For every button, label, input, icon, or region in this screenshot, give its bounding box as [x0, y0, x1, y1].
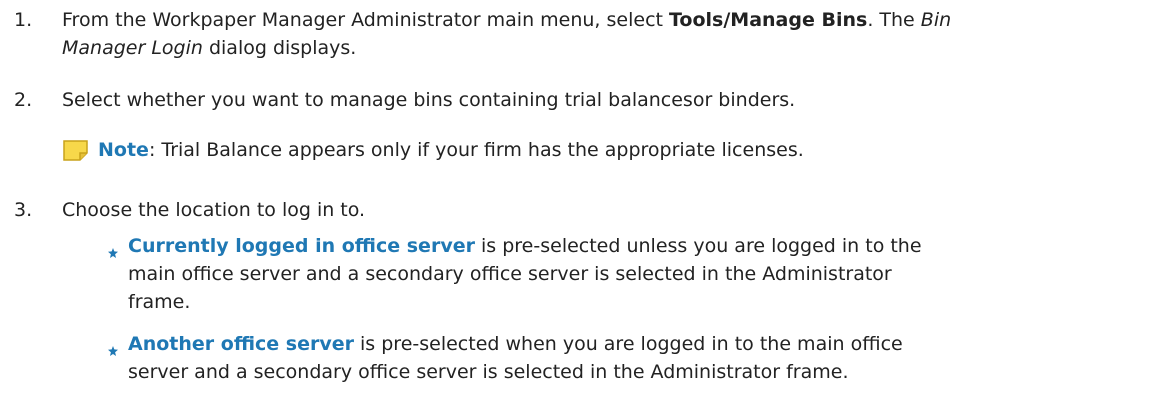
- step-1-text-c: . The: [867, 9, 921, 31]
- step-number: 2.: [14, 89, 33, 111]
- step-1-text-a: From the Workpaper Manager Administrator…: [62, 9, 669, 31]
- option-term: Currently logged in office server: [128, 235, 475, 257]
- sticky-note-icon: [62, 138, 90, 162]
- option-desc-line2: main office server and a secondary offic…: [128, 263, 892, 285]
- list-item: Currently logged in office server is pre…: [108, 232, 1128, 316]
- step-1-text-end: dialog displays.: [202, 37, 357, 59]
- option-term: Another office server: [128, 333, 354, 355]
- option-desc: is pre-selected when you are logged in t…: [353, 333, 903, 355]
- option-desc: is pre-selected unless you are logged in…: [474, 235, 922, 257]
- list-item: Another office server is pre-selected wh…: [108, 330, 1128, 386]
- dialog-name-part2: Manager Login: [62, 37, 203, 59]
- step-text: Select whether you want to manage bins c…: [62, 89, 796, 111]
- step-text: Choose the location to log in to.: [62, 199, 366, 221]
- step-number: 1.: [14, 9, 33, 31]
- dialog-name-part1: Bin: [920, 9, 952, 31]
- bullet-star-icon: [108, 336, 118, 356]
- option-desc-line3: frame.: [128, 291, 191, 313]
- bullet-star-icon: [108, 238, 118, 258]
- option-desc-line2: server and a secondary office server is …: [128, 361, 849, 383]
- document-body: 1. From the Workpaper Manager Administra…: [0, 0, 1152, 402]
- step-text: From the Workpaper Manager Administrator…: [62, 6, 1142, 62]
- note-text: : Trial Balance appears only if your fir…: [148, 139, 804, 161]
- step-number: 3.: [14, 199, 33, 221]
- note-label: Note: [98, 139, 149, 161]
- menu-path: Tools/Manage Bins: [669, 9, 868, 31]
